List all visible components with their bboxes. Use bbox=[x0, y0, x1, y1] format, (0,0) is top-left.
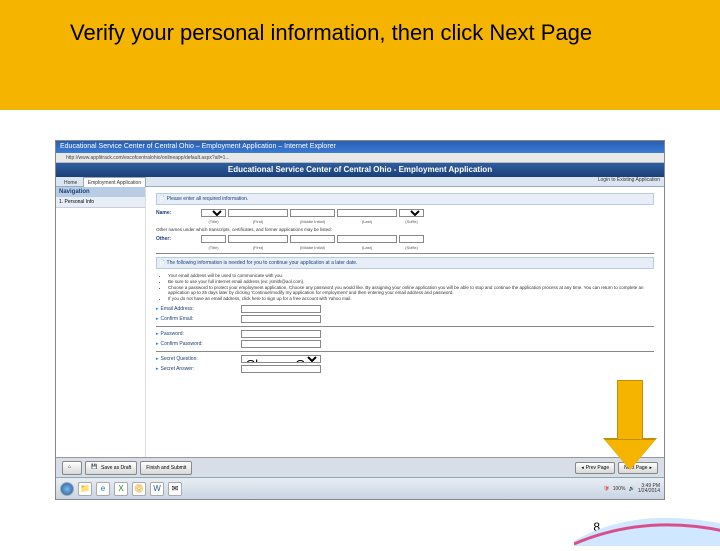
tray-speaker-icon[interactable]: 🔊 bbox=[629, 486, 635, 492]
chevron-right-icon: ▸ bbox=[649, 465, 652, 471]
password-input[interactable] bbox=[241, 330, 321, 338]
prev-page-button[interactable]: ◂ Prev Page bbox=[575, 462, 615, 474]
title-sublabel: (Title) bbox=[201, 219, 226, 224]
taskbar-word-icon[interactable]: W bbox=[150, 482, 164, 496]
taskbar-explorer-icon[interactable]: 📁 bbox=[78, 482, 92, 496]
start-button[interactable] bbox=[60, 482, 74, 496]
slide-number: 8 bbox=[593, 520, 600, 534]
home-icon: ⌂ bbox=[68, 464, 76, 472]
window-titlebar: Educational Service Center of Central Oh… bbox=[56, 141, 664, 153]
arrow-icon: ▸ bbox=[156, 331, 159, 337]
address-bar[interactable]: http://www.applitrack.com/escofcentraloh… bbox=[56, 153, 664, 163]
info-bar-continue: 📄 The following information is needed fo… bbox=[156, 257, 654, 269]
taskbar-ie-icon[interactable]: e bbox=[96, 482, 110, 496]
bullet-1: Your email address will be used to commu… bbox=[168, 273, 654, 278]
first-sublabel: (First) bbox=[228, 219, 288, 224]
save-draft-button[interactable]: 💾Save as Draft bbox=[85, 461, 137, 475]
password-label: Password: bbox=[161, 331, 241, 337]
name-row: Name: bbox=[156, 209, 654, 217]
other-middle-input[interactable] bbox=[290, 235, 335, 243]
info-bar-required: 📄 Please enter all required information. bbox=[156, 193, 654, 205]
taskbar-mail-icon[interactable]: ✉ bbox=[168, 482, 182, 496]
tray-shield-icon[interactable]: 🛡 bbox=[603, 486, 609, 492]
suffix-sublabel: (Suffix) bbox=[399, 219, 424, 224]
next-page-button[interactable]: Next Page ▸ bbox=[618, 462, 658, 474]
other-first-input[interactable] bbox=[228, 235, 288, 243]
tab-row: Home Employment Application Login to Exi… bbox=[56, 177, 664, 187]
arrow-icon: ▸ bbox=[156, 341, 159, 347]
email-input[interactable] bbox=[241, 305, 321, 313]
home-button[interactable]: ⌂ bbox=[62, 461, 82, 475]
suffix-select[interactable] bbox=[399, 209, 424, 217]
email-label: Email Address: bbox=[161, 306, 241, 312]
taskbar-app-icon[interactable]: 📀 bbox=[132, 482, 146, 496]
browser-window: Educational Service Center of Central Oh… bbox=[55, 140, 665, 500]
main-form: 📄 Please enter all required information.… bbox=[146, 187, 664, 467]
sidebar: Navigation 1. Personal Info bbox=[56, 187, 146, 467]
slide-banner: Verify your personal information, then c… bbox=[0, 0, 720, 110]
finish-submit-button[interactable]: Finish and Submit bbox=[140, 461, 192, 475]
arrow-icon: ▸ bbox=[156, 356, 159, 362]
confirm-password-input[interactable] bbox=[241, 340, 321, 348]
tray-zoom: 100% bbox=[613, 486, 626, 492]
arrow-icon: ▸ bbox=[156, 306, 159, 312]
last-sublabel: (Last) bbox=[337, 219, 397, 224]
other-names-note: Other names under which transcripts, cer… bbox=[156, 227, 654, 232]
instruction-list: Your email address will be used to commu… bbox=[168, 273, 654, 301]
slide-title: Verify your personal information, then c… bbox=[70, 20, 720, 46]
bullet-4: If you do not have an email address, cli… bbox=[168, 296, 654, 301]
secret-answer-label: Secret Answer: bbox=[161, 366, 241, 372]
chevron-left-icon: ◂ bbox=[581, 465, 584, 471]
app-header: Educational Service Center of Central Oh… bbox=[56, 163, 664, 177]
secret-question-select[interactable]: Choose One bbox=[241, 355, 321, 363]
confirm-password-label: Confirm Password: bbox=[161, 341, 241, 347]
other-row: Other: bbox=[156, 235, 654, 243]
other-label: Other: bbox=[156, 236, 201, 242]
windows-taskbar: 📁 e X 📀 W ✉ 🛡 100% 🔊 3:49 PM 1/24/2014 bbox=[56, 477, 664, 499]
name-label: Name: bbox=[156, 210, 201, 216]
confirm-email-label: Confirm Email: bbox=[161, 316, 241, 322]
sidebar-header: Navigation bbox=[56, 187, 145, 197]
confirm-email-input[interactable] bbox=[241, 315, 321, 323]
form-footer: ⌂ 💾Save as Draft Finish and Submit ◂ Pre… bbox=[56, 457, 664, 477]
tray-date: 1/24/2014 bbox=[638, 489, 660, 494]
middle-sublabel: (Middle Initial) bbox=[290, 219, 335, 224]
first-name-input[interactable] bbox=[228, 209, 288, 217]
other-suffix-input[interactable] bbox=[399, 235, 424, 243]
bullet-2: Be sure to use your full internet email … bbox=[168, 279, 654, 284]
middle-initial-input[interactable] bbox=[290, 209, 335, 217]
arrow-icon: ▸ bbox=[156, 366, 159, 372]
arrow-icon: ▸ bbox=[156, 316, 159, 322]
login-link[interactable]: Login to Existing Application bbox=[598, 177, 660, 186]
sidebar-item-personal-info[interactable]: 1. Personal Info bbox=[56, 197, 145, 208]
taskbar-excel-icon[interactable]: X bbox=[114, 482, 128, 496]
bullet-3: Choose a password to protect your employ… bbox=[168, 285, 654, 295]
secret-answer-input[interactable] bbox=[241, 365, 321, 373]
other-title-input[interactable] bbox=[201, 235, 226, 243]
title-select[interactable] bbox=[201, 209, 226, 217]
save-icon: 💾 bbox=[91, 464, 99, 472]
last-name-input[interactable] bbox=[337, 209, 397, 217]
secret-question-label: Secret Question: bbox=[161, 356, 241, 362]
other-last-input[interactable] bbox=[337, 235, 397, 243]
